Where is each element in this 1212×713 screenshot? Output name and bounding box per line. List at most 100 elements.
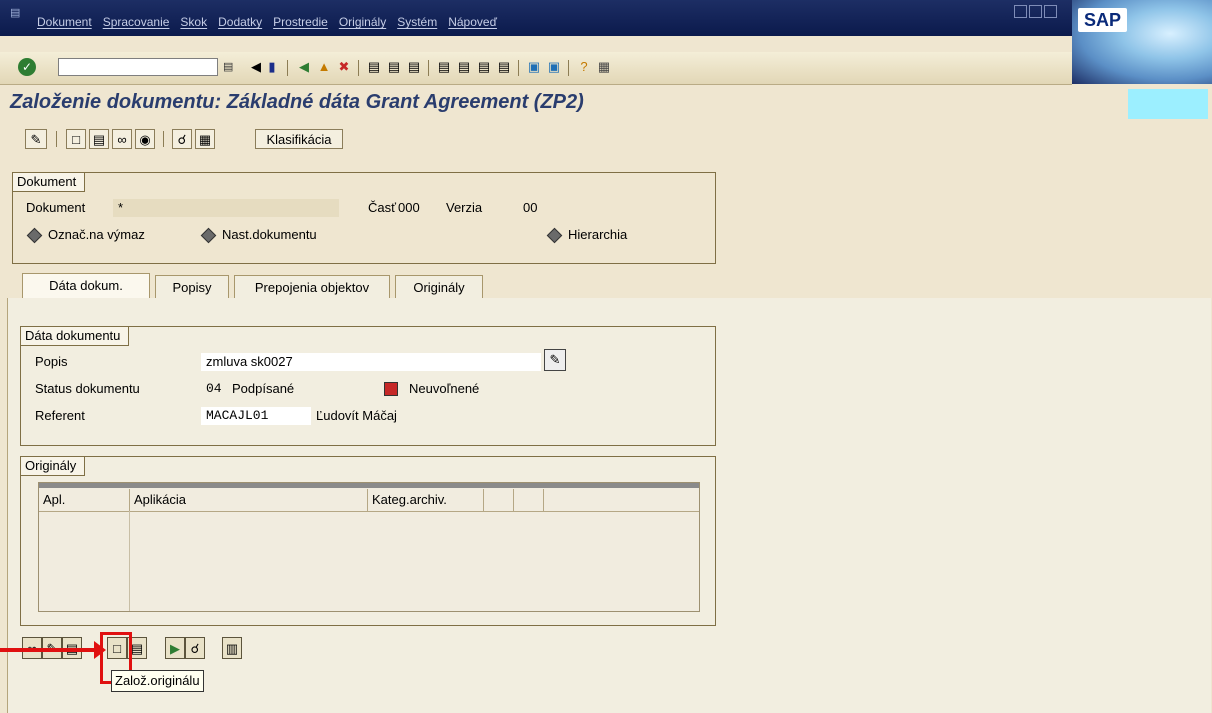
system-menu-icon[interactable]: ▤ xyxy=(10,6,20,19)
find-next-icon[interactable]: ▤ xyxy=(406,59,422,75)
column-divider xyxy=(129,511,130,611)
menu-skok[interactable]: Skok xyxy=(180,15,207,29)
display-change-icon[interactable]: ✎ xyxy=(25,129,47,149)
popis-label: Popis xyxy=(35,354,68,369)
checkin-icon[interactable]: ▶ xyxy=(165,637,185,659)
search-icon[interactable]: ☌ xyxy=(172,129,192,149)
back-icon[interactable]: ◀ xyxy=(296,59,312,75)
column-header-empty[interactable] xyxy=(484,489,514,511)
status-code-field[interactable]: 04 xyxy=(206,381,222,396)
print-icon[interactable]: ▤ xyxy=(366,59,382,75)
previous-page-icon[interactable]: ▤ xyxy=(456,59,472,75)
menu-list: Dokument Spracovanie Skok Dodatky Prostr… xyxy=(37,15,508,29)
binoculars-icon[interactable]: ◉ xyxy=(135,129,155,149)
layout-menu-icon[interactable]: ▦ xyxy=(596,59,612,75)
data-dokumentu-groupbox: Dáta dokumentu Popis zmluva sk0027 ✎ Sta… xyxy=(20,326,716,446)
menu-napoved[interactable]: Nápoveď xyxy=(448,15,497,29)
cancel-icon[interactable]: ✖ xyxy=(336,59,352,75)
menu-prostredie[interactable]: Prostredie xyxy=(273,15,328,29)
shortcut-icon[interactable]: ▣ xyxy=(546,59,562,75)
originals-table: Apl. Aplikácia Kateg.archiv. xyxy=(38,482,700,612)
separator xyxy=(428,60,429,76)
column-header-empty[interactable] xyxy=(514,489,544,511)
next-page-icon[interactable]: ▤ xyxy=(476,59,492,75)
status-area xyxy=(1128,89,1208,119)
minimize-icon[interactable] xyxy=(1014,5,1027,18)
exit-icon[interactable]: ▲ xyxy=(316,59,332,75)
edit-description-icon[interactable]: ✎ xyxy=(544,349,566,371)
enter-check-icon[interactable]: ✓ xyxy=(18,58,36,76)
table-header-line xyxy=(39,483,699,488)
command-field[interactable] xyxy=(58,58,218,76)
tooltip: Založ.originálu xyxy=(111,670,204,692)
tab-originaly[interactable]: Originály xyxy=(395,275,483,299)
first-page-icon[interactable]: ▤ xyxy=(436,59,452,75)
sap-logo-area: SAP xyxy=(1072,0,1212,84)
menu-system[interactable]: Systém xyxy=(397,15,437,29)
option-nast-dokumentu[interactable]: Nast.dokumentu xyxy=(200,227,317,244)
popis-field[interactable]: zmluva sk0027 xyxy=(201,353,541,371)
search-original-icon[interactable]: ☌ xyxy=(185,637,205,659)
menu-dokument[interactable]: Dokument xyxy=(37,15,92,29)
save-icon[interactable]: ▮ xyxy=(264,59,280,75)
new-session-icon[interactable]: ▣ xyxy=(526,59,542,75)
classification-button[interactable]: Klasifikácia xyxy=(255,129,343,149)
page-title: Založenie dokumentu: Základné dáta Grant… xyxy=(10,91,584,113)
option-oznac-na-vymaz[interactable]: Označ.na výmaz xyxy=(26,227,145,244)
separator xyxy=(163,131,164,147)
column-header-apl[interactable]: Apl. xyxy=(39,489,130,511)
menu-originaly[interactable]: Originály xyxy=(339,15,386,29)
status-text: Podpísané xyxy=(232,381,295,396)
application-toolbar: ✎ □ ▤ ∞ ◉ ☌ ▦ Klasifikácia xyxy=(0,121,1212,161)
separator xyxy=(568,60,569,76)
delete-icon[interactable]: ▥ xyxy=(222,637,242,659)
release-status-text: Neuvoľnené xyxy=(409,381,480,396)
separator xyxy=(56,131,57,147)
diamond-icon xyxy=(200,227,217,244)
status-label: Status dokumentu xyxy=(35,381,140,396)
dokument-label: Dokument xyxy=(26,200,86,215)
dokument-field[interactable]: * xyxy=(113,199,339,217)
referent-field[interactable]: MACAJL01 xyxy=(201,407,311,425)
cast-value: 000 xyxy=(398,200,420,215)
display-icon[interactable]: ∞ xyxy=(112,129,132,149)
menu-bar: ▤ Dokument Spracovanie Skok Dodatky Pros… xyxy=(0,0,1212,36)
close-icon[interactable] xyxy=(1044,5,1057,18)
cast-label: Časť xyxy=(368,200,396,215)
menu-spracovanie[interactable]: Spracovanie xyxy=(103,15,170,29)
highlight-arrow xyxy=(0,641,106,659)
command-history-icon[interactable]: ▤ xyxy=(223,60,233,73)
separator xyxy=(287,60,288,76)
window-controls xyxy=(1014,5,1057,18)
separator xyxy=(358,60,359,76)
dokument-groupbox: Dokument Dokument * Časť 000 Verzia 00 O… xyxy=(12,172,716,264)
last-page-icon[interactable]: ▤ xyxy=(496,59,512,75)
originaly-groupbox-title: Originály xyxy=(21,457,86,476)
title-bar: Založenie dokumentu: Základné dáta Grant… xyxy=(0,85,1212,121)
referent-name: Ľudovít Máčaj xyxy=(316,408,397,423)
verzia-label: Verzia xyxy=(446,200,483,215)
separator xyxy=(518,60,519,76)
tab-data-dokum[interactable]: Dáta dokum. xyxy=(22,273,150,299)
diamond-icon xyxy=(546,227,563,244)
dokument-groupbox-title: Dokument xyxy=(13,173,86,192)
data-dokumentu-title: Dáta dokumentu xyxy=(21,327,130,346)
menu-dodatky[interactable]: Dodatky xyxy=(218,15,262,29)
standard-toolbar: ✓ ▤ ◀ ▮ ◀ ▲ ✖ ▤ ▤ ▤ ▤ ▤ ▤ ▤ ▣ ▣ ? ▦ xyxy=(0,52,1072,85)
option-hierarchia[interactable]: Hierarchia xyxy=(546,227,627,244)
sap-logo: SAP xyxy=(1078,8,1128,32)
help-icon[interactable]: ? xyxy=(576,59,592,75)
column-header-kateg-archiv[interactable]: Kateg.archiv. xyxy=(368,489,484,511)
hierarchy-icon[interactable]: ▦ xyxy=(195,129,215,149)
diamond-icon xyxy=(26,227,43,244)
referent-label: Referent xyxy=(35,408,85,423)
maximize-icon[interactable] xyxy=(1029,5,1042,18)
back-arrow-icon[interactable]: ◀ xyxy=(248,59,264,75)
column-header-aplikacia[interactable]: Aplikácia xyxy=(130,489,368,511)
tab-popisy[interactable]: Popisy xyxy=(155,275,229,299)
tab-prepojenia-objektov[interactable]: Prepojenia objektov xyxy=(234,275,390,299)
find-icon[interactable]: ▤ xyxy=(386,59,402,75)
verzia-value: 00 xyxy=(523,200,538,215)
create-icon[interactable]: □ xyxy=(66,129,86,149)
copy-icon[interactable]: ▤ xyxy=(89,129,109,149)
